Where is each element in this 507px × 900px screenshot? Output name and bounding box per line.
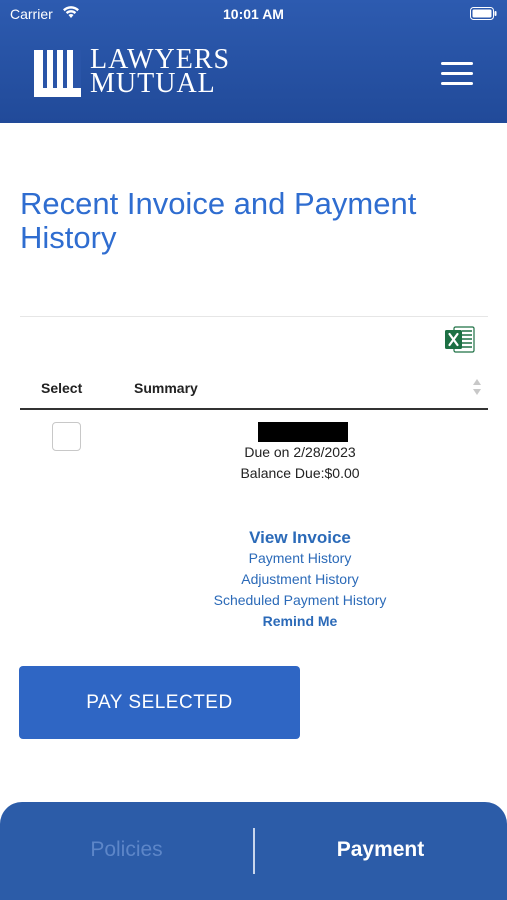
sort-icon[interactable] <box>472 378 482 396</box>
table-header: Select Summary <box>20 372 488 410</box>
tab-policies[interactable]: Policies <box>0 838 253 862</box>
invoice-balance-due: Balance Due:$0.00 <box>240 465 360 481</box>
invoice-due-date: Due on 2/28/2023 <box>244 444 356 460</box>
remind-me-link[interactable]: Remind Me <box>150 611 450 632</box>
redacted-invoice-number <box>258 422 348 442</box>
divider <box>20 316 488 317</box>
pay-selected-button[interactable]: PAY SELECTED <box>19 666 300 739</box>
row-select-checkbox[interactable] <box>52 422 81 451</box>
payment-history-link[interactable]: Payment History <box>150 548 450 569</box>
app-header: Carrier 10:01 AM LAWYERS MUTUAL <box>0 0 507 123</box>
column-header-select: Select <box>41 380 83 396</box>
lawyers-mutual-logo: LAWYERS MUTUAL <box>34 46 234 100</box>
column-header-summary[interactable]: Summary <box>134 380 198 396</box>
battery-icon <box>470 7 497 20</box>
invoice-links: View Invoice Payment History Adjustment … <box>150 527 450 632</box>
hamburger-menu-icon[interactable] <box>441 62 473 86</box>
view-invoice-link[interactable]: View Invoice <box>150 527 450 548</box>
excel-icon[interactable] <box>445 326 475 353</box>
page-title: Recent Invoice and Payment History <box>20 186 417 255</box>
status-time: 10:01 AM <box>223 6 284 22</box>
logo-mark-icon <box>34 50 81 97</box>
tab-payment[interactable]: Payment <box>254 838 507 862</box>
scheduled-payment-history-link[interactable]: Scheduled Payment History <box>150 590 450 611</box>
status-bar: Carrier 10:01 AM <box>0 0 507 30</box>
bottom-tab-bar: Policies Payment <box>0 802 507 900</box>
logo-text-line2: MUTUAL <box>90 68 216 99</box>
adjustment-history-link[interactable]: Adjustment History <box>150 569 450 590</box>
